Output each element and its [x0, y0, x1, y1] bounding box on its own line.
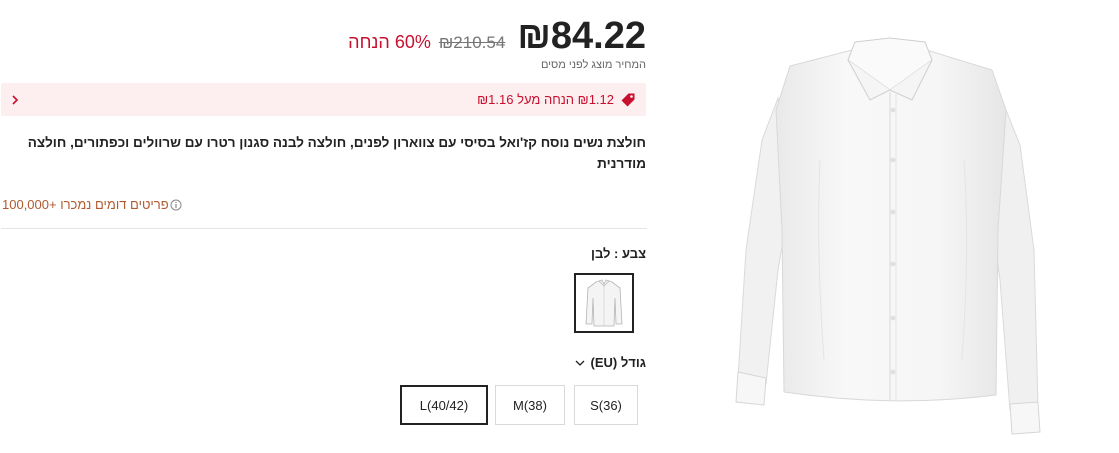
promo-content: ₪1.12 הנחה מעל ₪1.16	[477, 92, 636, 108]
price-row: ₪84.22 ₪210.54 60% הנחה	[348, 14, 646, 58]
tag-icon	[620, 92, 636, 108]
promo-banner[interactable]: ₪1.12 הנחה מעל ₪1.16	[1, 83, 646, 116]
white-shirt-image	[735, 37, 1041, 435]
current-price: ₪84.22	[517, 15, 646, 57]
color-swatch-white[interactable]	[574, 273, 634, 333]
size-option-s36[interactable]: S(36)	[574, 385, 638, 425]
size-label-row: גודל (EU)	[575, 355, 647, 370]
info-icon[interactable]	[170, 199, 182, 211]
tax-note: המחיר מוצג לפני מסים	[540, 59, 646, 71]
chevron-down-icon[interactable]	[575, 359, 585, 367]
size-label: גודל (EU)	[590, 355, 647, 370]
product-title: חולצת נשים נוסח קז'ואל בסיסי עם צווארון …	[27, 135, 646, 171]
section-divider	[1, 228, 647, 229]
sold-count-text: פריטים דומים נמכרו +100,000	[2, 197, 169, 212]
chevron-left-icon	[11, 94, 19, 105]
size-option-l40-42[interactable]: L(40/42)	[400, 385, 488, 425]
discount-label: 60% הנחה	[348, 32, 431, 52]
promo-text: ₪1.12 הנחה מעל ₪1.16	[477, 92, 614, 107]
white-shirt-thumbnail	[585, 279, 623, 327]
color-label: צבע : לבן	[591, 246, 646, 261]
sold-count-row: פריטים דומים נמכרו +100,000	[2, 197, 183, 212]
size-option-m38[interactable]: M(38)	[495, 385, 565, 425]
original-price: ₪210.54	[438, 33, 506, 52]
product-image[interactable]	[720, 0, 1119, 448]
product-info-panel: ₪84.22 ₪210.54 60% הנחה המחיר מוצג לפני …	[0, 0, 648, 448]
